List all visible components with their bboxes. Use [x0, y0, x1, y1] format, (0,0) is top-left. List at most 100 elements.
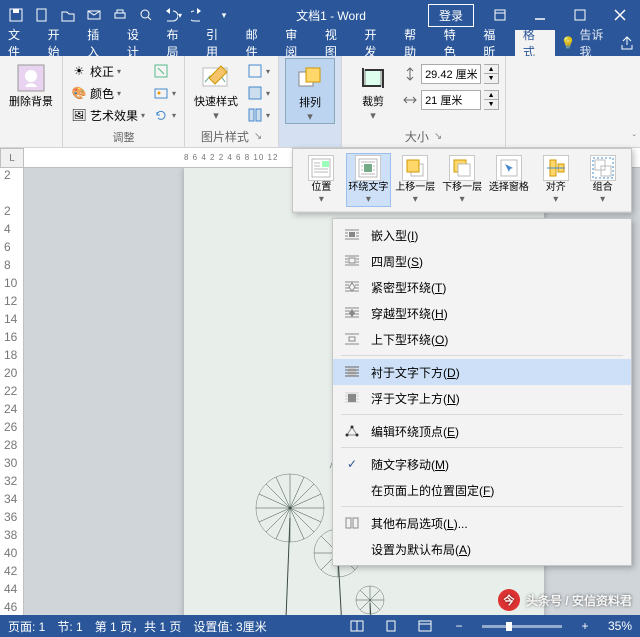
- menu-fix-position[interactable]: 在页面上的位置固定(F): [333, 477, 631, 503]
- qat-print-button[interactable]: [108, 3, 132, 27]
- corrections-button[interactable]: ☀校正▾: [69, 60, 147, 82]
- border-icon: [247, 63, 263, 79]
- tell-me-search[interactable]: 💡告诉我: [561, 30, 615, 56]
- tab-review[interactable]: 审阅: [277, 30, 317, 56]
- selection-pane-button[interactable]: 选择窗格: [487, 153, 532, 207]
- picture-effects-button[interactable]: ▾: [245, 82, 272, 104]
- qat-mail-button[interactable]: [82, 3, 106, 27]
- ribbon-group-background: 删除背景 .: [0, 56, 63, 147]
- menu-through[interactable]: 穿越型环绕(H): [333, 300, 631, 326]
- styles-group-label: 图片样式: [201, 128, 249, 145]
- qat-new-button[interactable]: [30, 3, 54, 27]
- status-page[interactable]: 页面: 1: [8, 618, 45, 635]
- width-input[interactable]: [421, 90, 481, 110]
- menu-move-with-text[interactable]: ✓随文字移动(M): [333, 451, 631, 477]
- tab-home[interactable]: 开始: [40, 30, 80, 56]
- tab-layout[interactable]: 布局: [158, 30, 198, 56]
- qat-undo-button[interactable]: ▾: [160, 3, 184, 27]
- menu-tight[interactable]: 紧密型环绕(T): [333, 274, 631, 300]
- tab-design[interactable]: 设计: [119, 30, 159, 56]
- dialog-launcher-icon[interactable]: ↘: [434, 131, 442, 142]
- width-icon: [402, 92, 418, 108]
- position-icon: [308, 155, 334, 181]
- tab-foxit[interactable]: 福昕: [475, 30, 515, 56]
- qat-redo-button[interactable]: [186, 3, 210, 27]
- share-button[interactable]: [615, 30, 640, 56]
- tab-mailings[interactable]: 邮件: [238, 30, 278, 56]
- inline-icon: [343, 227, 361, 243]
- group-icon: [590, 155, 616, 181]
- view-print-button[interactable]: [380, 620, 402, 632]
- menu-set-default[interactable]: 设置为默认布局(A): [333, 536, 631, 562]
- view-web-button[interactable]: [414, 620, 436, 632]
- picture-border-button[interactable]: ▾: [245, 60, 272, 82]
- zoom-slider[interactable]: [482, 625, 562, 628]
- tab-insert[interactable]: 插入: [79, 30, 119, 56]
- reset-picture-button[interactable]: ▾: [151, 104, 178, 126]
- status-section[interactable]: 节: 1: [57, 618, 82, 635]
- window-title: 文档1 - Word: [240, 7, 422, 24]
- zoom-level[interactable]: 35%: [608, 619, 632, 633]
- tab-special[interactable]: 特色: [436, 30, 476, 56]
- tab-file[interactable]: 文件: [0, 30, 40, 56]
- color-button[interactable]: 🎨颜色▾: [69, 82, 147, 104]
- height-input[interactable]: [421, 64, 481, 84]
- tab-references[interactable]: 引用: [198, 30, 238, 56]
- qat-save-button[interactable]: [4, 3, 28, 27]
- artistic-effects-button[interactable]: 🖼艺术效果▾: [69, 104, 147, 126]
- crop-icon: [357, 62, 389, 94]
- crop-button[interactable]: 裁剪▾: [348, 58, 398, 122]
- status-setvalue[interactable]: 设置值: 3厘米: [193, 618, 266, 635]
- compress-button[interactable]: [151, 60, 178, 82]
- wrap-text-button[interactable]: 环绕文字▾: [346, 153, 391, 207]
- height-field[interactable]: ▲▼: [402, 64, 499, 84]
- vertical-ruler[interactable]: 2246810121416182022242628303234363840424…: [0, 168, 24, 615]
- arrange-dropdown-panel: 位置▾ 环绕文字▾ 上移一层▾ 下移一层▾ 选择窗格 对齐▾ 组合▾: [292, 148, 632, 213]
- quick-styles-button[interactable]: 快速样式▾: [191, 58, 241, 122]
- width-field[interactable]: ▲▼: [402, 90, 499, 110]
- arrange-button[interactable]: 排列▾: [285, 58, 335, 124]
- remove-background-button[interactable]: 删除背景: [6, 58, 56, 108]
- height-icon: [402, 66, 418, 82]
- effects-icon: [247, 85, 263, 101]
- height-spinner[interactable]: ▲▼: [484, 64, 499, 84]
- menu-front-text[interactable]: 浮于文字上方(N): [333, 385, 631, 411]
- menu-edit-wrap-points[interactable]: 编辑环绕顶点(E): [333, 418, 631, 444]
- tab-view[interactable]: 视图: [317, 30, 357, 56]
- send-backward-button[interactable]: 下移一层▾: [440, 153, 485, 207]
- front-icon: [343, 390, 361, 406]
- collapse-ribbon-button[interactable]: ˇ: [633, 134, 636, 145]
- position-button[interactable]: 位置▾: [299, 153, 344, 207]
- menu-more-layout[interactable]: 其他布局选项(L)...: [333, 510, 631, 536]
- status-bar: 页面: 1 节: 1 第 1 页，共 1 页 设置值: 3厘米 − + 35%: [0, 615, 640, 637]
- qat-preview-button[interactable]: [134, 3, 158, 27]
- menu-square[interactable]: 四周型(S): [333, 248, 631, 274]
- wrap-icon: [355, 155, 381, 181]
- width-spinner[interactable]: ▲▼: [484, 90, 499, 110]
- menu-topbottom[interactable]: 上下型环绕(O): [333, 326, 631, 352]
- menu-inline[interactable]: 嵌入型(I): [333, 222, 631, 248]
- chevron-down-icon: ▾: [178, 11, 182, 20]
- status-pagecount[interactable]: 第 1 页，共 1 页: [95, 618, 182, 635]
- change-pic-icon: [153, 85, 169, 101]
- zoom-in-button[interactable]: +: [574, 619, 596, 633]
- topbottom-icon: [343, 331, 361, 347]
- tab-help[interactable]: 帮助: [396, 30, 436, 56]
- zoom-out-button[interactable]: −: [448, 619, 470, 633]
- group-button[interactable]: 组合▾: [580, 153, 625, 207]
- adjust-group-label: 调整: [113, 129, 135, 147]
- dialog-launcher-icon[interactable]: ↘: [254, 131, 262, 142]
- tab-developer[interactable]: 开发: [356, 30, 396, 56]
- picture-layout-button[interactable]: ▾: [245, 104, 272, 126]
- change-picture-button[interactable]: ▾: [151, 82, 178, 104]
- bring-forward-button[interactable]: 上移一层▾: [393, 153, 438, 207]
- view-read-button[interactable]: [346, 620, 368, 632]
- login-button[interactable]: 登录: [428, 4, 474, 27]
- menu-behind-text[interactable]: 衬于文字下方(D): [333, 359, 631, 385]
- qat-customize-button[interactable]: ▾: [212, 3, 236, 27]
- arrange-icon: [294, 63, 326, 95]
- align-button[interactable]: 对齐▾: [533, 153, 578, 207]
- qat-open-button[interactable]: [56, 3, 80, 27]
- tab-format[interactable]: 格式: [515, 30, 555, 56]
- lightbulb-icon: 💡: [561, 36, 576, 50]
